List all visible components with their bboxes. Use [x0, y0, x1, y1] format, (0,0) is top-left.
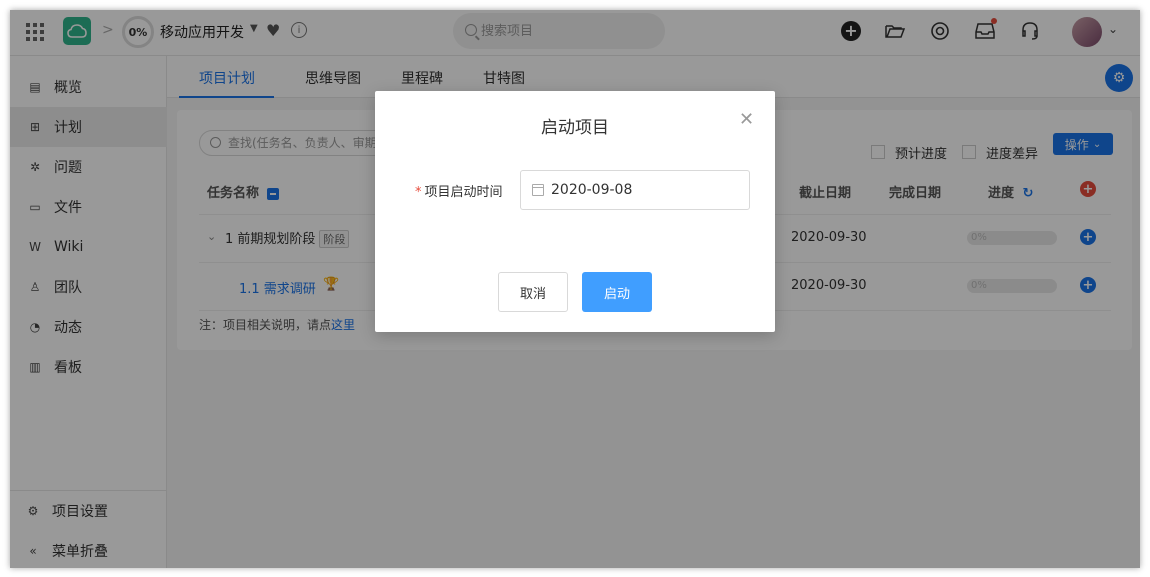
start-project-dialog: 启动项目 ✕ *项目启动时间 取消 启动 [375, 91, 775, 332]
calendar-icon [532, 184, 544, 196]
close-icon[interactable]: ✕ [739, 109, 754, 130]
start-button[interactable]: 启动 [582, 272, 652, 312]
dialog-title: 启动项目 [541, 118, 609, 138]
app-window: > 0% 移动应用开发 ▼ ♥ i + ⌄ ▤ 概览 [10, 10, 1140, 568]
field-label-text: 项目启动时间 [424, 185, 503, 200]
start-date-input[interactable] [551, 171, 741, 209]
start-date-field[interactable] [520, 170, 750, 210]
cancel-button[interactable]: 取消 [498, 272, 568, 312]
required-asterisk: * [415, 185, 422, 200]
start-date-label: * 项目启动时间 [415, 181, 503, 200]
